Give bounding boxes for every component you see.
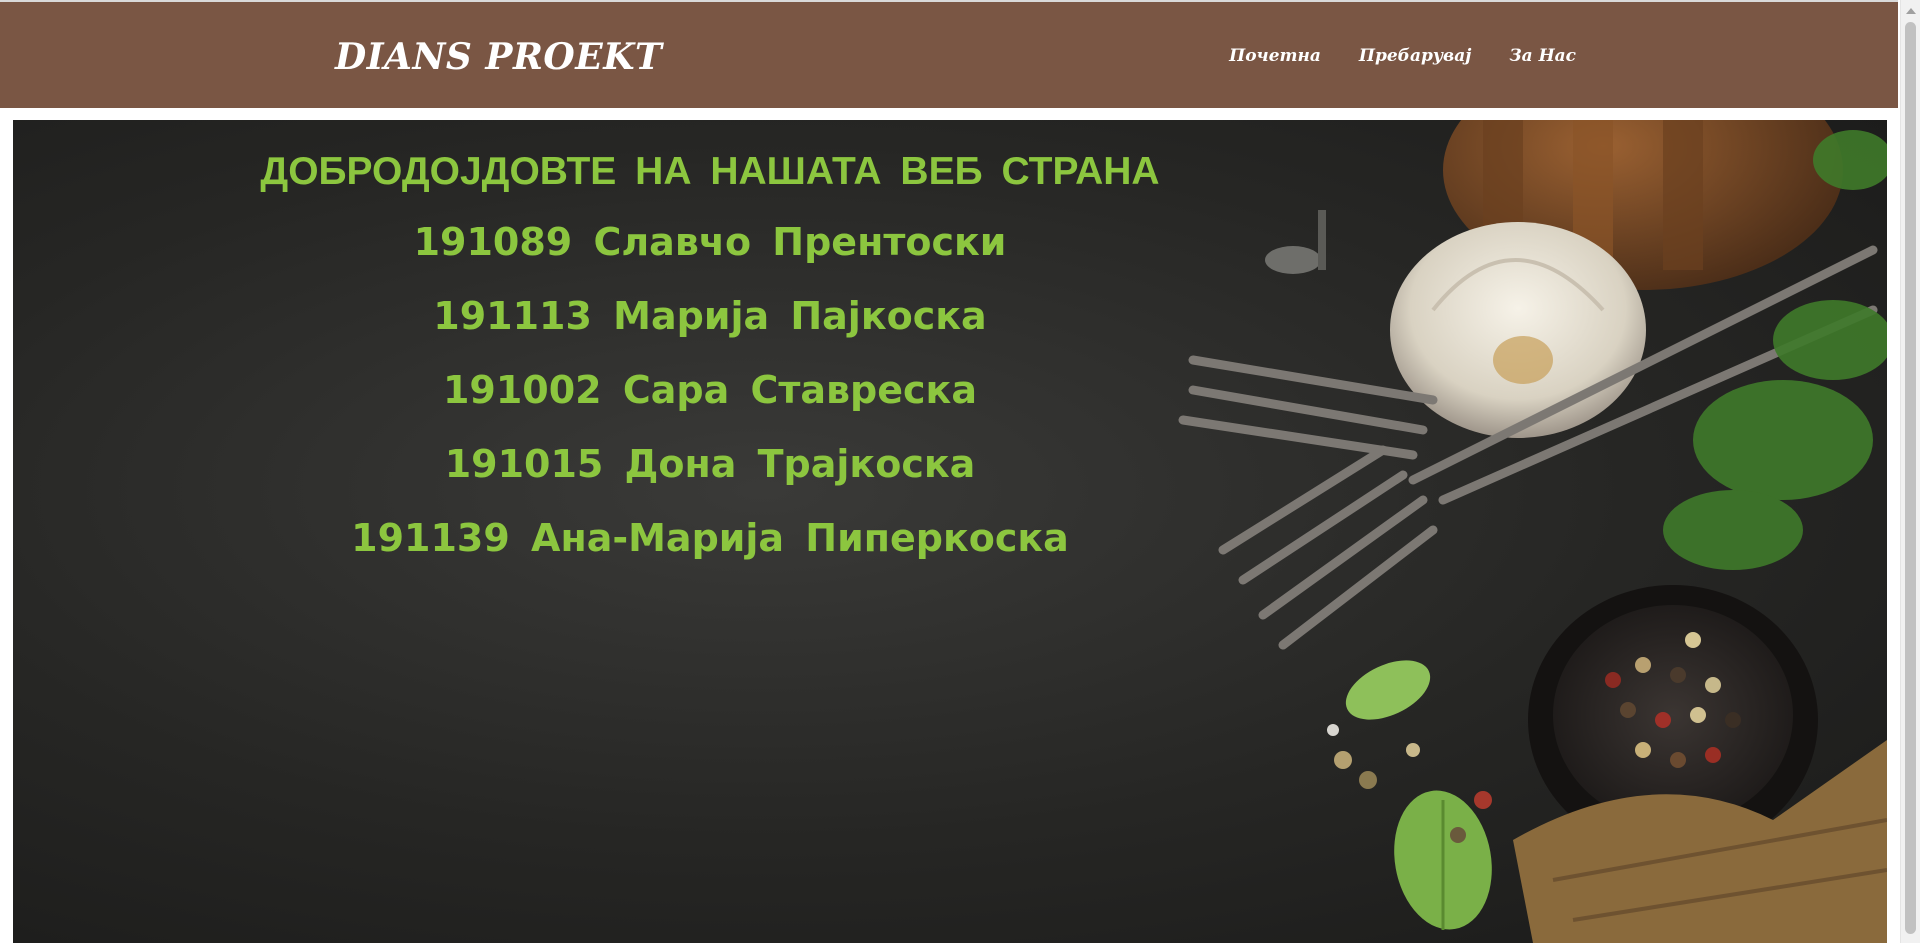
site-header: DIANS PROEKT Почетна Пребарувај За Нас (0, 0, 1898, 108)
vertical-scrollbar[interactable] (1900, 0, 1920, 943)
team-member: 191113 Марија Пајкоска (433, 294, 987, 338)
scroll-thumb[interactable] (1905, 22, 1916, 934)
welcome-heading: ДОБРОДОЈДОВТЕ НА НАШАТА ВЕБ СТРАНА (260, 150, 1160, 193)
hero-banner: ДОБРОДОЈДОВТЕ НА НАШАТА ВЕБ СТРАНА 19108… (13, 120, 1887, 943)
team-member: 191089 Славчо Прентоски (413, 220, 1007, 264)
main-nav: Почетна Пребарувај За Нас (1229, 46, 1576, 66)
nav-about-link[interactable]: За Нас (1509, 46, 1576, 66)
scroll-up-icon[interactable] (1906, 8, 1916, 14)
team-member: 191002 Сара Ставреска (442, 368, 977, 412)
nav-home-link[interactable]: Почетна (1229, 46, 1321, 66)
team-member: 191139 Ана-Марија Пиперкоска (351, 516, 1069, 560)
nav-search-link[interactable]: Пребарувај (1359, 46, 1471, 66)
brand-logo[interactable]: DIANS PROEKT (335, 36, 662, 78)
team-member: 191015 Дона Трајкоска (444, 442, 976, 486)
